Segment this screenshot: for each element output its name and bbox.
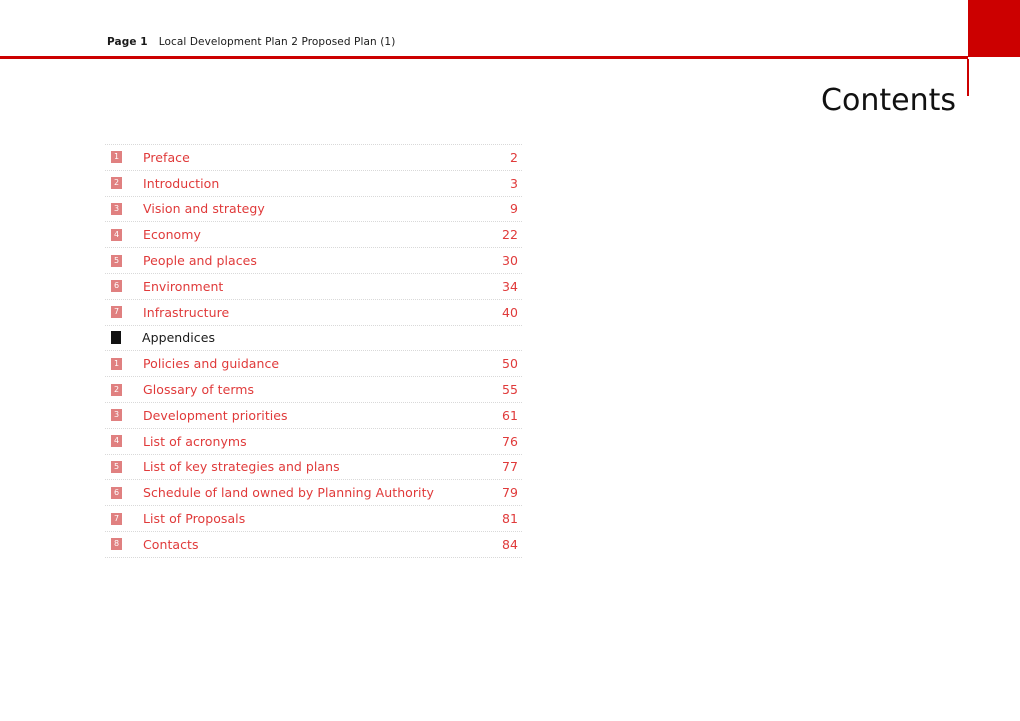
toc-entry-label: People and places bbox=[143, 253, 257, 269]
toc-entry-page-number: 2 bbox=[509, 149, 518, 165]
chapter-number-badge: 5 bbox=[111, 254, 122, 267]
toc-section-row[interactable]: Appendices bbox=[105, 324, 522, 351]
toc-entry-page-number: 50 bbox=[501, 356, 518, 372]
toc-entry-page-number: 22 bbox=[501, 227, 518, 243]
chapter-number-badge: 6 bbox=[111, 486, 122, 499]
toc-entry-page-number: 84 bbox=[501, 536, 518, 552]
toc-bottom-rule bbox=[105, 556, 522, 558]
table-of-contents: 1 Preface 2 2 Introduction 3 3 Vision and strat… bbox=[105, 144, 522, 558]
page-title: Contents bbox=[821, 83, 956, 119]
toc-entry-label: Appendices bbox=[142, 330, 216, 346]
toc-entry-page-number: 77 bbox=[501, 459, 518, 475]
chapter-number-badge: 1 bbox=[111, 357, 122, 370]
toc-entry-row[interactable]: 1 Preface 2 bbox=[105, 144, 522, 170]
toc-entry-row[interactable]: 5 People and places 30 bbox=[105, 247, 522, 273]
red-corner-block bbox=[968, 0, 1020, 57]
header-running-title: Page 1 Local Development Plan 2 Proposed … bbox=[107, 36, 395, 48]
toc-entry-row[interactable]: 2 Introduction 3 bbox=[105, 169, 522, 196]
toc-entry-row[interactable]: 3 Development priorities 61 bbox=[105, 401, 522, 428]
toc-entry-label: Glossary of terms bbox=[143, 382, 255, 398]
toc-entry-label: List of key strategies and plans bbox=[143, 459, 340, 475]
toc-entry-label: Economy bbox=[143, 227, 201, 243]
toc-entry-label: Introduction bbox=[143, 175, 220, 191]
toc-entry-label: List of acronyms bbox=[143, 433, 247, 449]
chapter-number-badge: 2 bbox=[111, 383, 122, 396]
toc-entry-row[interactable]: 6 Schedule of land owned by Planning Auth… bbox=[105, 479, 522, 505]
toc-entry-row[interactable]: 5 List of key strategies and plans 77 bbox=[105, 453, 522, 480]
header-page-label: Page 1 bbox=[107, 36, 148, 48]
chapter-number-badge: 2 bbox=[111, 177, 122, 190]
chapter-number-badge: 3 bbox=[111, 202, 122, 215]
toc-entry-label: Infrastructure bbox=[143, 304, 230, 320]
toc-entry-page-number: 61 bbox=[501, 407, 518, 423]
chapter-number-badge: 4 bbox=[111, 228, 122, 241]
toc-entry-page-number: 34 bbox=[501, 278, 518, 294]
toc-entry-row[interactable]: 4 Economy 22 bbox=[105, 221, 522, 247]
toc-entry-label: Schedule of land owned by Planning Autho… bbox=[143, 485, 434, 501]
toc-entry-page-number: 3 bbox=[509, 175, 518, 191]
toc-entry-row[interactable]: 7 List of Proposals 81 bbox=[105, 505, 522, 531]
header-document-title: Local Development Plan 2 Proposed Plan (… bbox=[158, 36, 396, 48]
toc-entry-row[interactable]: 1 Policies and guidance 50 bbox=[105, 350, 522, 376]
chapter-number-badge: 3 bbox=[111, 409, 122, 422]
chapter-number-badge: 8 bbox=[111, 538, 122, 551]
toc-entry-label: Development priorities bbox=[143, 407, 288, 423]
toc-entry-page-number: 79 bbox=[501, 485, 518, 501]
toc-entry-label: Policies and guidance bbox=[143, 356, 280, 372]
toc-entry-page-number: 9 bbox=[509, 201, 518, 217]
toc-entry-row[interactable]: 7 Infrastructure 40 bbox=[105, 298, 522, 325]
toc-entry-label: Preface bbox=[143, 149, 190, 165]
chapter-number-badge: 5 bbox=[111, 460, 122, 473]
toc-entry-page-number: 76 bbox=[501, 433, 518, 449]
toc-entry-page-number: 40 bbox=[501, 304, 518, 320]
toc-entry-label: Vision and strategy bbox=[143, 201, 265, 217]
toc-entry-row[interactable]: 6 Environment 34 bbox=[105, 272, 522, 299]
chapter-number-badge: 1 bbox=[111, 151, 122, 164]
toc-entry-row[interactable]: 8 Contacts 84 bbox=[105, 530, 522, 557]
toc-entry-label: Environment bbox=[143, 278, 224, 294]
toc-entry-page-number: 30 bbox=[501, 253, 518, 269]
toc-entry-label: List of Proposals bbox=[143, 511, 246, 527]
toc-entry-row[interactable]: 3 Vision and strategy 9 bbox=[105, 195, 522, 222]
chapter-number-badge: 7 bbox=[111, 306, 122, 319]
chapter-number-badge: 7 bbox=[111, 512, 122, 525]
section-marker-icon bbox=[111, 331, 121, 345]
title-vertical-rule bbox=[967, 59, 969, 96]
toc-entry-page-number: 55 bbox=[501, 382, 518, 398]
toc-entry-row[interactable]: 4 List of acronyms 76 bbox=[105, 427, 522, 454]
chapter-number-badge: 4 bbox=[111, 435, 122, 448]
chapter-number-badge: 6 bbox=[111, 280, 122, 293]
page-header: Page 1 Local Development Plan 2 Proposed … bbox=[0, 0, 1020, 96]
header-horizontal-rule bbox=[0, 56, 968, 59]
toc-entry-row[interactable]: 2 Glossary of terms 55 bbox=[105, 376, 522, 402]
toc-entry-label: Contacts bbox=[143, 536, 199, 552]
toc-entry-page-number: 81 bbox=[501, 511, 518, 527]
